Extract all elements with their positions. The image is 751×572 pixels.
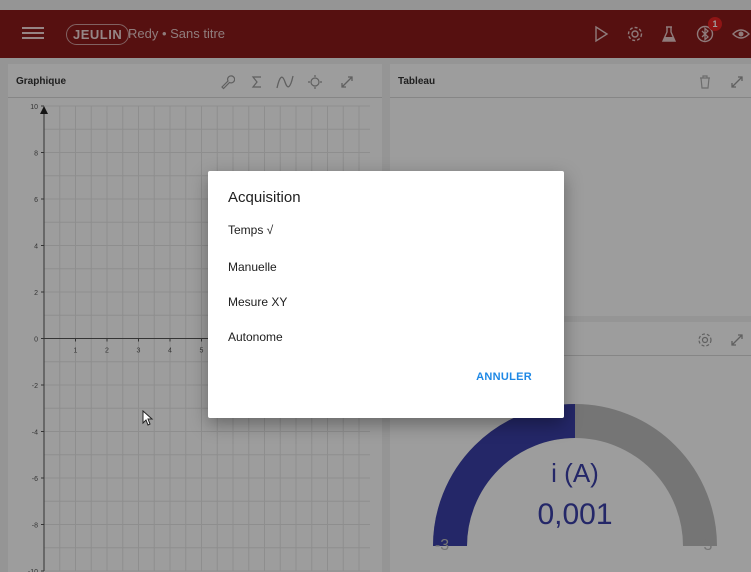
option-mesure-xy[interactable]: Mesure XY xyxy=(228,295,287,309)
option-manuelle[interactable]: Manuelle xyxy=(228,260,277,274)
option-temps[interactable]: Temps √ xyxy=(228,223,273,237)
acquisition-dialog: Acquisition Temps √ Manuelle Mesure XY A… xyxy=(208,171,564,418)
option-autonome[interactable]: Autonome xyxy=(228,330,283,344)
cancel-button[interactable]: ANNULER xyxy=(476,371,532,383)
mouse-cursor-icon xyxy=(142,410,154,426)
dialog-title: Acquisition xyxy=(228,189,301,206)
